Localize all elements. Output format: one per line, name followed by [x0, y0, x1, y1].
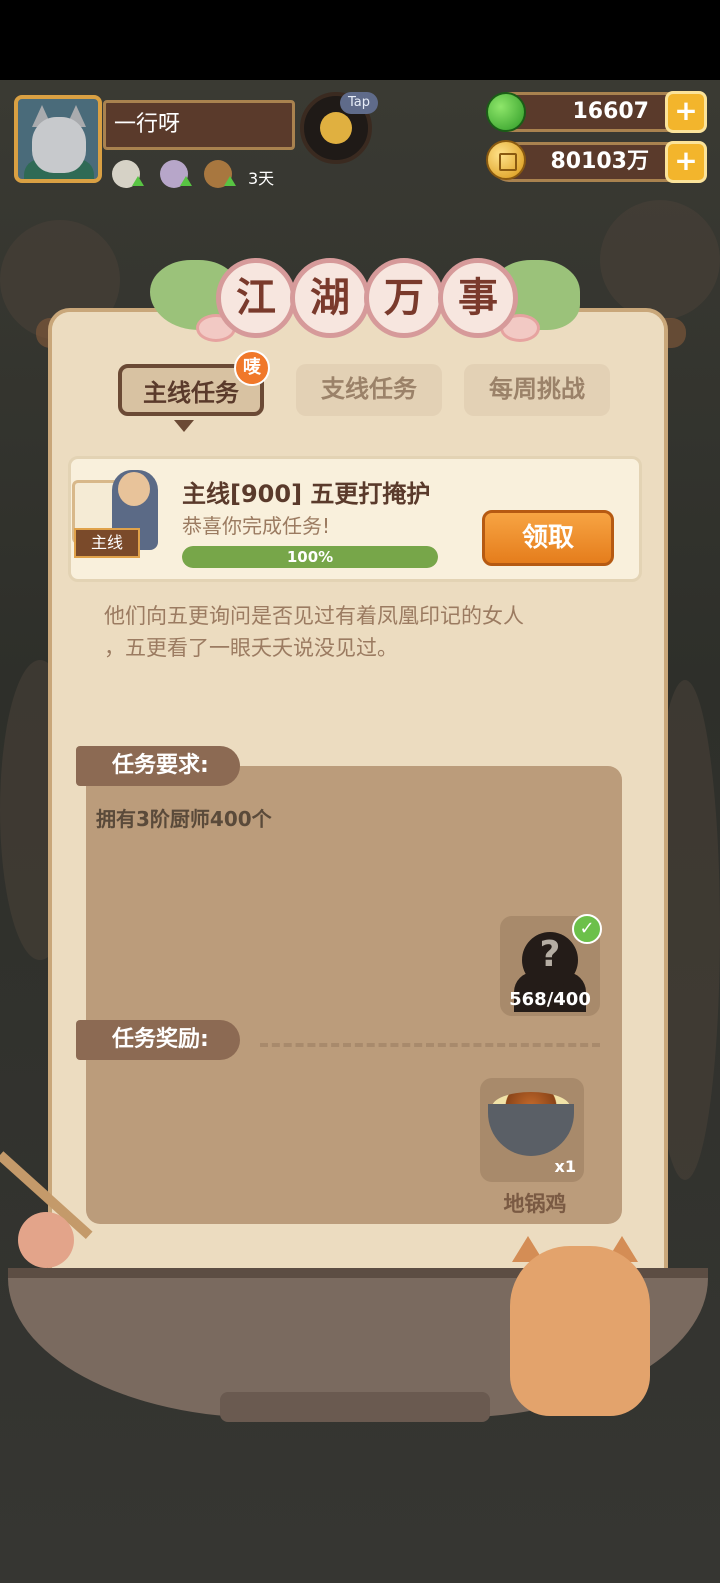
- progress-text: 100%: [286, 548, 334, 566]
- gold-coin-icon: [486, 140, 526, 180]
- green-apple-icon: [486, 92, 526, 132]
- title-char-1: 江: [216, 258, 296, 338]
- task-progress-bar: 100%: [182, 546, 438, 568]
- main-quest-tag: 主线: [74, 528, 140, 558]
- requirement-count: 568/400: [509, 989, 591, 1010]
- reward-item-name: 地锅鸡: [503, 1192, 567, 1216]
- description-line-2: ，五更看了一眼夭夭说没见过。: [104, 636, 398, 660]
- claim-button[interactable]: 领取: [482, 510, 614, 566]
- reward-label: 任务奖励:: [76, 1020, 240, 1060]
- add-green-currency-button[interactable]: +: [665, 91, 707, 133]
- days-counter: 3天: [248, 169, 275, 188]
- player-name: 一行呀: [103, 100, 295, 150]
- task-status: 恭喜你完成任务!: [182, 514, 331, 538]
- reward-quantity: x1: [554, 1157, 576, 1176]
- player-avatar[interactable]: [14, 95, 102, 183]
- dish-bowl-icon: [488, 1104, 574, 1156]
- green-currency-value: 16607: [572, 99, 649, 124]
- divider: [260, 1043, 600, 1047]
- status-bar: [0, 0, 720, 80]
- quest-tabs: 主线任务 支线任务 每周挑战: [118, 364, 610, 424]
- task-description: 他们向五更询问是否见过有着凤凰印记的女人 ，五更看了一眼夭夭说没见过。: [104, 600, 604, 664]
- description-line-1: 他们向五更询问是否见过有着凤凰印记的女人: [104, 604, 524, 628]
- title-char-2: 湖: [290, 258, 370, 338]
- cat-mascot: [510, 1246, 650, 1416]
- bowl-base: [220, 1392, 490, 1422]
- task-title: 主线[900] 五更打掩护: [182, 480, 431, 508]
- reward-item[interactable]: x1: [480, 1078, 584, 1182]
- meatball-decoration: [18, 1212, 74, 1268]
- active-tab-pointer: [174, 420, 194, 432]
- tab-weekly-challenge[interactable]: 每周挑战: [464, 364, 610, 416]
- requirement-label: 任务要求:: [76, 746, 240, 786]
- title-char-4: 事: [438, 258, 518, 338]
- board-title: 江 湖 万 事: [150, 248, 580, 348]
- check-icon: ✓: [572, 914, 602, 944]
- tap-label: Tap: [340, 92, 378, 114]
- notification-badge: 唛: [234, 350, 270, 386]
- tab-side-quest[interactable]: 支线任务: [296, 364, 442, 416]
- add-gold-currency-button[interactable]: +: [665, 141, 707, 183]
- title-char-3: 万: [364, 258, 444, 338]
- gold-currency-value: 80103万: [550, 149, 649, 174]
- requirement-text: 拥有3阶厨师400个: [96, 807, 272, 831]
